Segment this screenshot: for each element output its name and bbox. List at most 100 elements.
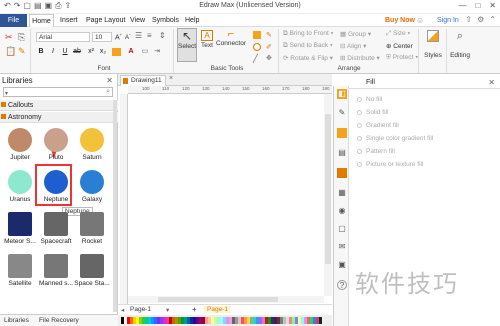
fill-panel-icon[interactable]: ◧ (337, 89, 347, 99)
close-icon[interactable]: ✕ (489, 1, 496, 10)
shape-space-sta[interactable]: Space Sta... (74, 252, 110, 287)
pencil-tool-icon[interactable]: ✐ (266, 43, 272, 51)
strikethrough-icon[interactable]: ab (72, 47, 82, 57)
ellipse-shape-icon[interactable] (253, 43, 261, 51)
shape-jupiter[interactable]: Jupiter (2, 126, 38, 161)
horizontal-scroll-thumb[interactable] (158, 297, 278, 302)
size-button[interactable]: ⤢ Size ▾ (386, 30, 410, 38)
align-button[interactable]: ⊟ Align ▾ (340, 42, 366, 50)
superscript-icon[interactable]: x² (86, 47, 96, 57)
font-color-icon[interactable]: A (126, 47, 136, 57)
select-tool-button[interactable]: ↖ Select (177, 28, 197, 62)
line-shape-icon[interactable]: ╱ (253, 54, 258, 63)
fill-option-solid[interactable]: Solid fill (357, 109, 388, 116)
comment-panel-icon[interactable]: ✉ (337, 242, 347, 252)
tab-file-recovery[interactable]: File Recovery (39, 317, 79, 324)
tab-insert[interactable]: Insert (60, 14, 78, 27)
bring-to-front-button[interactable]: ⧉ Bring to Front ▾ (283, 30, 333, 38)
line-spacing-icon[interactable]: ⇕ (159, 31, 166, 40)
fill-panel-close-icon[interactable]: ✕ (488, 78, 495, 87)
page-nav-icon[interactable]: ◂ (121, 306, 124, 314)
active-page-tab[interactable]: Page-1 (204, 306, 231, 313)
maximize-icon[interactable]: □ (475, 1, 480, 10)
add-page-icon[interactable]: + (192, 305, 197, 314)
libraries-close-icon[interactable]: ✕ (106, 76, 113, 85)
shape-meteor-s[interactable]: Meteor S... (2, 210, 38, 245)
copy-icon[interactable]: ⎘ (18, 32, 25, 43)
bold-icon[interactable]: B (36, 47, 46, 57)
fill-option-single-color-gradient[interactable]: Single color gradient fill (357, 135, 433, 142)
align-text-icon[interactable]: ≡ (147, 31, 152, 40)
vertical-scroll-thumb[interactable] (325, 114, 331, 264)
search-icon[interactable]: ⌕ (106, 88, 110, 96)
grid-panel-icon[interactable]: ▦ (337, 188, 347, 198)
page-panel-icon[interactable]: ▢ (337, 224, 347, 234)
font-size-select[interactable]: 10 (92, 32, 112, 42)
underline-icon[interactable]: U (60, 47, 70, 57)
page-list-tab[interactable]: Page-1 (130, 306, 151, 313)
bullet-list-icon[interactable]: ☰ (135, 31, 142, 40)
group-button[interactable]: ▦ Group ▾ (340, 30, 371, 38)
fill-option-gradient[interactable]: Gradient fill (357, 122, 399, 129)
help-panel-icon[interactable]: ? (337, 280, 347, 290)
shape-rocket[interactable]: Rocket (74, 210, 110, 245)
tab-libraries[interactable]: Libraries (4, 317, 29, 324)
italic-icon[interactable]: I (48, 47, 58, 57)
color-swatch[interactable] (319, 317, 322, 324)
horizontal-scrollbar[interactable] (128, 296, 324, 303)
collapse-ribbon-icon[interactable]: ⌃ (489, 15, 496, 24)
shrink-font-icon[interactable]: A− (125, 32, 131, 41)
fill-option-pattern[interactable]: Pattern fill (357, 148, 395, 155)
shape-galaxy[interactable]: Galaxy (74, 168, 110, 203)
data-panel-icon[interactable]: ▣ (337, 260, 347, 270)
library-menu-icon[interactable]: ▾ (5, 90, 8, 97)
fill-color-icon[interactable] (112, 48, 121, 56)
tab-symbols[interactable]: Symbols (152, 14, 179, 27)
protect-button[interactable]: ⛨ Protect ▾ (386, 54, 418, 62)
font-name-select[interactable]: Arial (36, 32, 90, 42)
cut-icon[interactable]: ✂ (5, 32, 13, 43)
editing-button[interactable]: ⌕ Editing (448, 30, 472, 70)
shape-satellite[interactable]: Satellite (2, 252, 38, 287)
library-section-astronomy[interactable]: Astronomy (0, 112, 118, 123)
pen-tool-icon[interactable]: ✎ (266, 31, 272, 39)
library-section-callouts[interactable]: Callouts (0, 100, 118, 111)
grow-font-icon[interactable]: A+ (115, 32, 122, 41)
shape-saturn[interactable]: Saturn (74, 126, 110, 161)
layer-panel-icon[interactable] (337, 168, 347, 178)
close-tab-icon[interactable]: × (169, 75, 173, 82)
fill-option-picture[interactable]: Picture or texture fill (357, 161, 423, 168)
center-button[interactable]: ⊕ Center (386, 42, 413, 50)
shadow-panel-icon[interactable] (337, 128, 347, 138)
send-to-back-button[interactable]: ⧉ Send to Back ▾ (283, 42, 333, 50)
subscript-icon[interactable]: x₂ (98, 47, 108, 57)
settings-icon[interactable]: ⚙ (477, 15, 484, 24)
rotate-flip-button[interactable]: ⟳ Rotate & Flip ▾ (283, 54, 333, 62)
file-menu-button[interactable]: File (0, 14, 27, 27)
line-panel-icon[interactable]: ✎ (337, 108, 347, 118)
format-painter-icon[interactable]: ✎ (18, 46, 26, 57)
tab-help[interactable]: Help (185, 14, 199, 27)
library-scrollbar[interactable] (113, 100, 117, 312)
styles-button[interactable]: Styles (422, 30, 444, 70)
connector-tool-button[interactable]: ⌐ Connector (216, 28, 246, 62)
move-tool-icon[interactable]: ✥ (266, 54, 272, 62)
share-icon[interactable]: ⇧ (465, 15, 472, 24)
document-tab[interactable]: Drawing11 (120, 75, 166, 86)
tab-view[interactable]: View (130, 14, 145, 27)
rectangle-shape-icon[interactable] (253, 31, 261, 39)
globe-panel-icon[interactable]: ◉ (337, 206, 347, 216)
shape-manned-s[interactable]: Manned s... (38, 252, 74, 287)
shape-uranus[interactable]: Uranus (2, 168, 38, 203)
fill-option-no-fill[interactable]: No fill (357, 96, 382, 103)
indent-icon[interactable]: ⇥ (152, 47, 162, 57)
shape-spacecraft[interactable]: Spacecraft (38, 210, 74, 245)
page-dropdown-icon[interactable]: ▾ (166, 306, 169, 314)
user-icon[interactable]: ☺ (416, 16, 424, 25)
tab-home[interactable]: Home (29, 14, 54, 27)
tab-page-layout[interactable]: Page Layout (86, 14, 125, 27)
text-tool-button[interactable]: A Text (199, 28, 215, 62)
distribute-button[interactable]: ⊞ Distribute ▾ (340, 54, 380, 62)
library-search-input[interactable]: ⌕ (3, 87, 113, 97)
vertical-scrollbar[interactable] (324, 94, 332, 296)
